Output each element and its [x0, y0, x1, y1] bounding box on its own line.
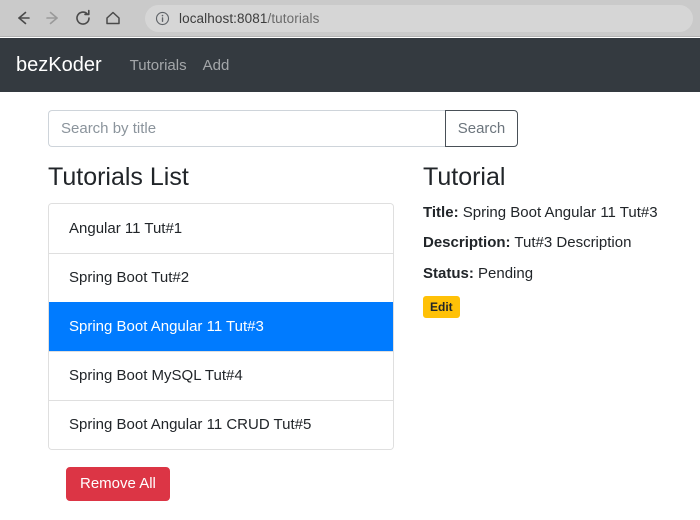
detail-description-row: Description: Tut#3 Description [423, 233, 683, 253]
forward-arrow-icon [43, 8, 63, 28]
list-item[interactable]: Spring Boot Angular 11 Tut#3 [49, 301, 393, 351]
edit-button[interactable]: Edit [423, 296, 460, 319]
tutorials-list-title: Tutorials List [48, 163, 189, 191]
site-info-icon[interactable] [154, 11, 170, 27]
list-item[interactable]: Spring Boot Tut#2 [49, 252, 393, 302]
url-host: localhost:8081 [179, 11, 268, 26]
forward-button[interactable] [38, 3, 68, 33]
remove-all-button[interactable]: Remove All [66, 466, 170, 501]
detail-status-label: Status: [423, 264, 474, 282]
tutorial-detail-title: Tutorial [423, 163, 506, 191]
list-item[interactable]: Spring Boot MySQL Tut#4 [49, 350, 393, 400]
navbar-brand[interactable]: bezKoder [16, 55, 102, 75]
status-badge: Pending [478, 264, 534, 282]
detail-title-row: Title: Spring Boot Angular 11 Tut#3 [423, 203, 683, 223]
reload-icon [73, 8, 93, 28]
tutorials-list-panel: Tutorials List Angular 11 Tut#1 Spring B… [48, 163, 394, 501]
reload-button[interactable] [68, 3, 98, 33]
navbar-links: Tutorials Add [122, 57, 238, 74]
nav-link-tutorials[interactable]: Tutorials [122, 57, 195, 74]
detail-title-value: Spring Boot Angular 11 Tut#3 [462, 203, 658, 221]
search-input[interactable] [48, 110, 445, 147]
app-navbar: bezKoder Tutorials Add [0, 38, 700, 92]
detail-description-label: Description: [423, 234, 511, 251]
list-item[interactable]: Angular 11 Tut#1 [49, 203, 393, 253]
back-button[interactable] [8, 3, 38, 33]
tutorial-detail-panel: Tutorial Title: Spring Boot Angular 11 T… [423, 163, 683, 319]
url-path: /tutorials [267, 11, 320, 26]
detail-title-label: Title: [423, 203, 459, 221]
nav-link-add[interactable]: Add [195, 57, 238, 74]
address-bar[interactable]: localhost:8081/tutorials [145, 5, 693, 32]
back-arrow-icon [13, 8, 33, 28]
detail-description-value: Tut#3 Description [514, 234, 632, 251]
tutorials-list: Angular 11 Tut#1 Spring Boot Tut#2 Sprin… [48, 202, 394, 450]
home-button[interactable] [98, 3, 128, 33]
search-button[interactable]: Search [445, 110, 518, 147]
list-item[interactable]: Spring Boot Angular 11 CRUD Tut#5 [49, 399, 393, 449]
home-icon [103, 8, 123, 28]
detail-status-row: Status: Pending [423, 264, 683, 284]
browser-toolbar: localhost:8081/tutorials [0, 0, 700, 37]
page-container: Search Tutorials List Angular 11 Tut#1 S… [0, 92, 700, 520]
search-group: Search [48, 110, 518, 147]
address-bar-url: localhost:8081/tutorials [179, 11, 320, 26]
